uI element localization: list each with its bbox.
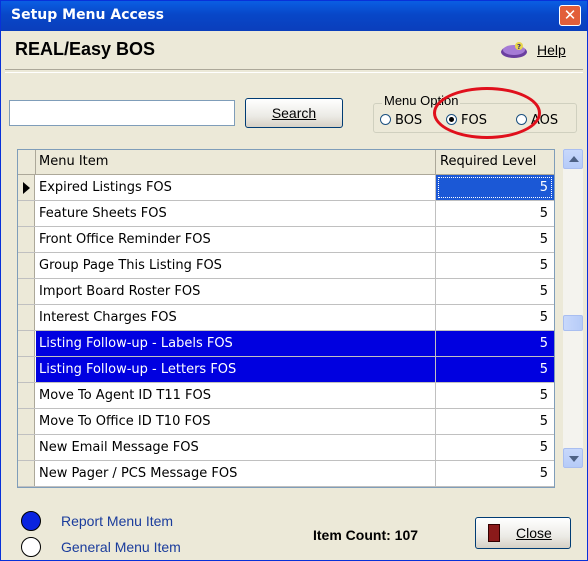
row-indicator[interactable] xyxy=(18,409,35,434)
row-indicator[interactable] xyxy=(18,461,35,486)
table-row[interactable]: Feature Sheets FOS 5 xyxy=(18,201,554,227)
general-circle-icon xyxy=(21,537,41,557)
chevron-down-icon xyxy=(569,456,579,462)
table-row[interactable]: Listing Follow-up - Labels FOS 5 xyxy=(18,331,554,357)
required-level-cell[interactable]: 5 xyxy=(436,435,554,460)
required-level-cell[interactable]: 5 xyxy=(436,409,554,434)
row-indicator[interactable] xyxy=(18,227,35,252)
report-circle-icon xyxy=(21,511,41,531)
menu-item-cell[interactable]: New Pager / PCS Message FOS xyxy=(36,461,436,486)
chevron-up-icon xyxy=(569,156,579,162)
table-row[interactable]: Group Page This Listing FOS 5 xyxy=(18,253,554,279)
row-indicator[interactable] xyxy=(18,331,35,356)
required-level-cell[interactable]: 5 xyxy=(436,201,554,226)
required-level-cell[interactable]: 5 xyxy=(436,383,554,408)
menu-item-cell[interactable]: Group Page This Listing FOS xyxy=(36,253,436,278)
scroll-down-button[interactable] xyxy=(563,448,583,468)
table-row[interactable]: Import Board Roster FOS 5 xyxy=(18,279,554,305)
row-indicator[interactable] xyxy=(18,175,35,200)
required-level-cell[interactable]: 5 xyxy=(436,175,554,200)
help-book-icon: ? xyxy=(501,42,527,58)
radio-bos[interactable]: BOS xyxy=(380,113,422,129)
menu-item-cell[interactable]: Import Board Roster FOS xyxy=(36,279,436,304)
menu-item-cell[interactable]: New Email Message FOS xyxy=(36,435,436,460)
row-indicator[interactable] xyxy=(18,279,35,304)
menu-item-cell[interactable]: Move To Agent ID T11 FOS xyxy=(36,383,436,408)
row-indicator-header xyxy=(18,150,36,174)
menu-item-cell[interactable]: Feature Sheets FOS xyxy=(36,201,436,226)
door-icon xyxy=(488,524,500,542)
highlight-annotation-circle xyxy=(433,87,541,139)
table-row[interactable]: Expired Listings FOS 5 xyxy=(18,175,554,201)
window-close-button[interactable]: ✕ xyxy=(559,5,581,26)
menu-item-grid[interactable]: Menu Item Required Level Expired Listing… xyxy=(17,149,555,488)
required-level-cell[interactable]: 5 xyxy=(436,253,554,278)
title-bar[interactable]: Setup Menu Access ✕ xyxy=(1,1,587,31)
current-row-arrow-icon xyxy=(23,182,30,194)
row-indicator[interactable] xyxy=(18,357,35,382)
vertical-scrollbar[interactable] xyxy=(563,149,583,468)
menu-item-cell[interactable]: Move To Office ID T10 FOS xyxy=(36,409,436,434)
scroll-thumb[interactable] xyxy=(563,315,583,331)
close-button[interactable]: Close xyxy=(475,517,571,549)
required-level-cell[interactable]: 5 xyxy=(436,357,554,382)
help-button[interactable]: ? Help xyxy=(497,37,579,63)
table-row[interactable]: Move To Office ID T10 FOS 5 xyxy=(18,409,554,435)
search-button-label: Search xyxy=(271,105,317,121)
table-row[interactable]: New Email Message FOS 5 xyxy=(18,435,554,461)
header-divider xyxy=(5,69,583,73)
column-header-required-level[interactable]: Required Level xyxy=(436,150,554,174)
table-row[interactable]: Interest Charges FOS 5 xyxy=(18,305,554,331)
column-header-menu-item[interactable]: Menu Item xyxy=(36,150,436,174)
required-level-cell[interactable]: 5 xyxy=(436,331,554,356)
row-indicator[interactable] xyxy=(18,201,35,226)
table-row[interactable]: Listing Follow-up - Letters FOS 5 xyxy=(18,357,554,383)
table-row[interactable]: New Pager / PCS Message FOS 5 xyxy=(18,461,554,487)
scroll-up-button[interactable] xyxy=(563,149,583,169)
item-count: Item Count: 107 xyxy=(313,527,419,543)
menu-item-cell[interactable]: Listing Follow-up - Letters FOS xyxy=(36,357,436,382)
setup-menu-access-window: Setup Menu Access ✕ REAL/Easy BOS ? Help… xyxy=(0,0,588,561)
radio-bos-dot xyxy=(380,114,391,125)
menu-item-cell[interactable]: Interest Charges FOS xyxy=(36,305,436,330)
legend-general-label: General Menu Item xyxy=(61,539,181,555)
required-level-cell[interactable]: 5 xyxy=(436,461,554,486)
required-level-cell[interactable]: 5 xyxy=(436,305,554,330)
legend-report-label: Report Menu Item xyxy=(61,513,174,529)
menu-item-cell[interactable]: Front Office Reminder FOS xyxy=(36,227,436,252)
svg-text:?: ? xyxy=(517,43,521,51)
row-indicator[interactable] xyxy=(18,383,35,408)
table-row[interactable]: Front Office Reminder FOS 5 xyxy=(18,227,554,253)
row-indicator[interactable] xyxy=(18,435,35,460)
search-input[interactable] xyxy=(9,100,235,126)
table-row[interactable]: Move To Agent ID T11 FOS 5 xyxy=(18,383,554,409)
menu-item-cell[interactable]: Listing Follow-up - Labels FOS xyxy=(36,331,436,356)
row-indicator[interactable] xyxy=(18,253,35,278)
radio-bos-label: BOS xyxy=(395,113,423,128)
search-button[interactable]: Search xyxy=(245,98,343,128)
required-level-cell[interactable]: 5 xyxy=(436,227,554,252)
app-title: REAL/Easy BOS xyxy=(15,39,156,59)
row-indicator[interactable] xyxy=(18,305,35,330)
menu-item-cell[interactable]: Expired Listings FOS xyxy=(36,175,436,200)
close-button-label: Close xyxy=(516,525,552,541)
grid-header: Menu Item Required Level xyxy=(18,150,554,175)
help-label: Help xyxy=(537,42,566,58)
required-level-cell[interactable]: 5 xyxy=(436,279,554,304)
window-title: Setup Menu Access xyxy=(11,7,164,23)
